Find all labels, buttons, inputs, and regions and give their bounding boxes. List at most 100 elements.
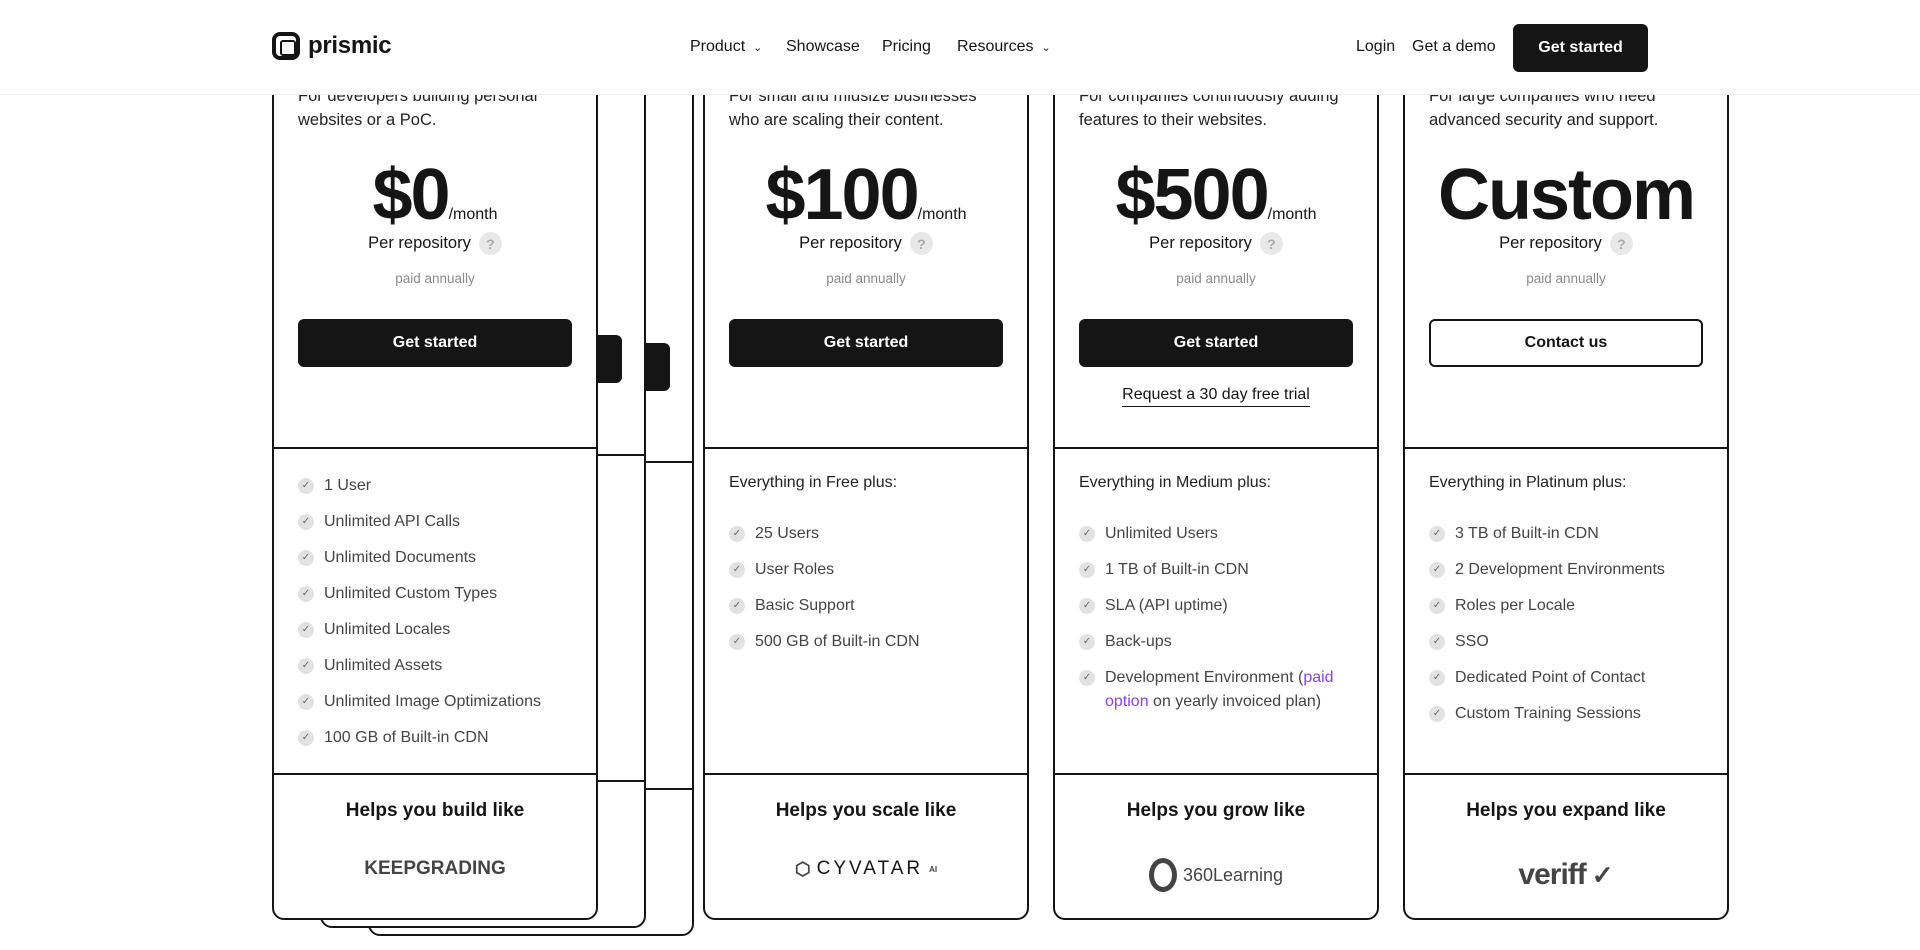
contact-us-button[interactable]: Contact us	[1429, 319, 1703, 367]
360learning-ring-icon	[1148, 858, 1177, 892]
feature-label: Unlimited Locales	[324, 621, 451, 638]
check-icon: ✓	[1079, 526, 1095, 542]
veriff-mark-icon: ✓	[1591, 859, 1614, 890]
feature-item: ✓ Unlimited API Calls	[298, 510, 583, 534]
divider	[1055, 447, 1377, 449]
feature-item: ✓ Unlimited Image Optimizations	[298, 690, 583, 714]
features-intro: Everything in Medium plus:	[1079, 474, 1272, 491]
feature-item: ✓ Unlimited Assets	[298, 654, 583, 678]
price-period: /month	[1267, 206, 1317, 223]
get-started-button[interactable]: Get started	[298, 319, 572, 367]
feature-label: 3 TB of Built-in CDN	[1455, 525, 1599, 542]
feature-item: ✓ Dedicated Point of Contact	[1429, 666, 1714, 690]
brand-sup: AI	[929, 864, 938, 874]
feature-label: Custom Training Sessions	[1455, 705, 1641, 722]
check-icon: ✓	[1079, 670, 1095, 686]
price-amount: Custom	[1438, 155, 1696, 235]
check-icon: ✓	[298, 730, 314, 746]
customer-logo: KEEPGRADING	[274, 858, 596, 880]
check-icon: ✓	[298, 694, 314, 710]
free-trial-link[interactable]: Request a 30 day free trial	[1055, 386, 1377, 407]
feature-label: Roles per Locale	[1455, 597, 1576, 614]
nav-label: Pricing	[882, 38, 931, 55]
check-icon: ✓	[1079, 562, 1095, 578]
nav-label: Showcase	[786, 38, 860, 55]
features-intro: Everything in Free plus:	[729, 474, 898, 491]
trial-label: Request a 30 day free trial	[1122, 386, 1310, 407]
feature-label: 2 Development Environments	[1455, 561, 1665, 578]
billing-note: paid annually	[826, 271, 906, 286]
price-amount: $0	[372, 155, 450, 235]
per-repository: Per repository?	[274, 232, 596, 255]
customer-logo: 360Learning	[1055, 858, 1377, 892]
feature-list: Everything in Platinum plus: ✓ 3 TB of Bu…	[1429, 474, 1714, 738]
feature-label: 100 GB of Built-in CDN	[324, 729, 489, 746]
plan-price: $100/month	[705, 154, 1027, 236]
feature-item: ✓ 100 GB of Built-in CDN	[298, 726, 583, 750]
divider	[274, 447, 596, 449]
plan-card-free: For developers building personal website…	[272, 0, 598, 920]
feature-item: ✓ User Roles	[729, 558, 1014, 582]
feature-item: ✓ 1 User	[298, 474, 583, 498]
get-started-button[interactable]: Get started	[1079, 319, 1353, 367]
nav-resources[interactable]: Resources ⌄	[957, 38, 1051, 56]
feature-label: SLA (API uptime)	[1105, 597, 1228, 614]
feature-label: 25 Users	[755, 525, 820, 542]
check-icon: ✓	[298, 478, 314, 494]
plan-price: $0/month	[274, 154, 596, 236]
check-icon: ✓	[1429, 598, 1445, 614]
feature-label: Dedicated Point of Contact	[1455, 669, 1646, 686]
feature-label: 1 TB of Built-in CDN	[1105, 561, 1249, 578]
nav-label: Product	[690, 38, 746, 55]
price-period: /month	[917, 206, 967, 223]
price-amount: $500	[1115, 155, 1269, 235]
header-get-started-button[interactable]: Get started	[1513, 24, 1648, 72]
divider	[1055, 773, 1377, 775]
feature-label: Unlimited Documents	[324, 549, 477, 566]
feature-list: ✓ 1 User ✓ Unlimited API Calls ✓ Unlimited Do…	[298, 474, 583, 762]
plan-card-medium: For small and midsize businesses who are…	[703, 0, 1029, 920]
feature-label: 500 GB of Built-in CDN	[755, 633, 920, 650]
feature-item: ✓ SLA (API uptime)	[1079, 594, 1364, 618]
per-repository-label: Per repository	[1149, 234, 1252, 252]
feature-label: Basic Support	[755, 597, 855, 614]
check-icon: ✓	[298, 622, 314, 638]
check-icon: ✓	[298, 658, 314, 674]
prismic-logo[interactable]: prismic	[272, 32, 392, 60]
feature-label: Development Environment (paid option on …	[1105, 666, 1364, 714]
feature-label: Unlimited Image Optimizations	[324, 693, 541, 710]
help-icon[interactable]: ?	[1259, 232, 1283, 255]
helps-heading: Helps you build like	[345, 800, 525, 821]
brand-name: veriff	[1518, 858, 1586, 891]
feature-item: ✓ Roles per Locale	[1429, 594, 1714, 618]
per-repository: Per repository?	[705, 232, 1027, 255]
feature-label: Unlimited Custom Types	[324, 585, 498, 602]
feature-item: ✓ Custom Training Sessions	[1429, 702, 1714, 726]
feature-item: ✓ Unlimited Users	[1079, 522, 1364, 546]
brand-name: CYVATAR	[816, 858, 924, 879]
nav-pricing[interactable]: Pricing	[882, 38, 931, 56]
help-icon[interactable]: ?	[478, 232, 502, 255]
get-started-button[interactable]: Get started	[729, 319, 1003, 367]
feature-item: ✓ Unlimited Locales	[298, 618, 583, 642]
divider	[1405, 773, 1727, 775]
check-icon: ✓	[1429, 562, 1445, 578]
customer-logo: ⬡ CYVATAR AI	[705, 858, 1027, 880]
check-icon: ✓	[729, 526, 745, 542]
nav-product[interactable]: Product ⌄	[690, 38, 762, 56]
nav-showcase[interactable]: Showcase	[786, 38, 860, 56]
divider	[274, 773, 596, 775]
price-period: /month	[448, 206, 498, 223]
help-icon[interactable]: ?	[1609, 232, 1633, 255]
help-icon[interactable]: ?	[909, 232, 933, 255]
feature-list: Everything in Free plus: ✓ 25 Users ✓ User …	[729, 474, 1014, 666]
check-icon: ✓	[298, 514, 314, 530]
feature-item: ✓ Unlimited Custom Types	[298, 582, 583, 606]
feature-item: ✓ Unlimited Documents	[298, 546, 583, 570]
divider	[705, 773, 1027, 775]
check-icon: ✓	[1429, 634, 1445, 650]
login-link[interactable]: Login	[1356, 38, 1395, 56]
per-repository: Per repository?	[1055, 232, 1377, 255]
billing-note: paid annually	[1526, 271, 1606, 286]
get-demo-link[interactable]: Get a demo	[1412, 38, 1496, 56]
